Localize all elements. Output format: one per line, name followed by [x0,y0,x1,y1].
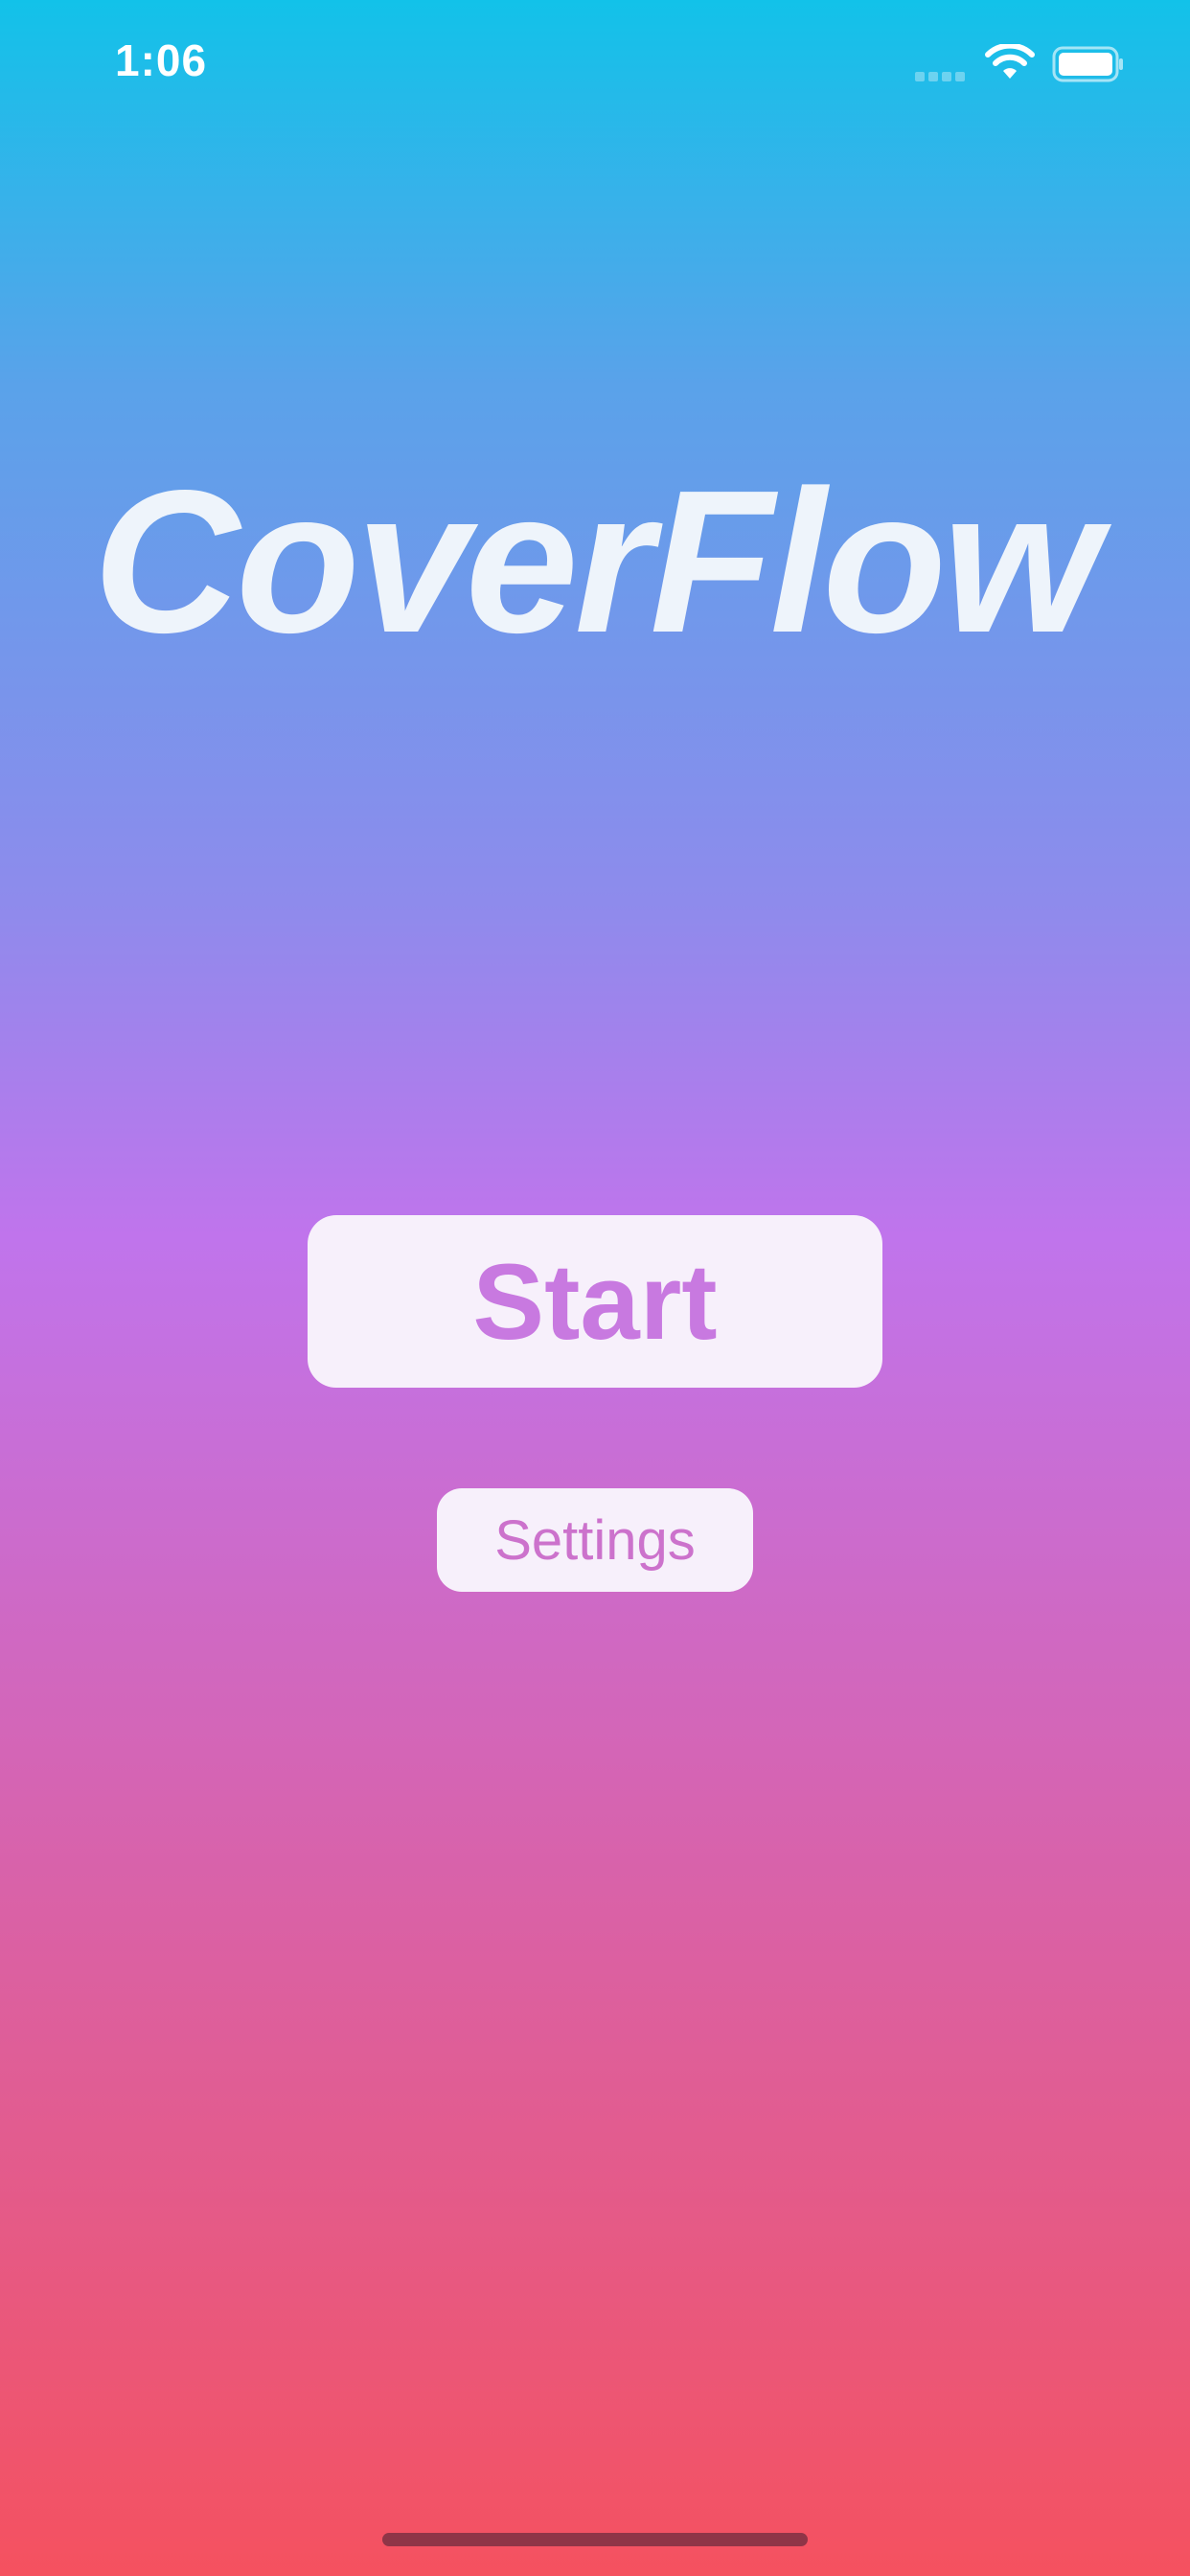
settings-button[interactable]: Settings [437,1488,753,1592]
app-title: CoverFlow [93,448,1101,675]
status-time: 1:06 [115,35,208,85]
battery-icon [1052,46,1123,82]
start-button[interactable]: Start [308,1215,882,1388]
wifi-icon [985,44,1035,79]
home-indicator[interactable] [382,2533,808,2546]
cellular-signal-icon [915,69,969,81]
status-bar: 1:06 [0,0,1190,125]
